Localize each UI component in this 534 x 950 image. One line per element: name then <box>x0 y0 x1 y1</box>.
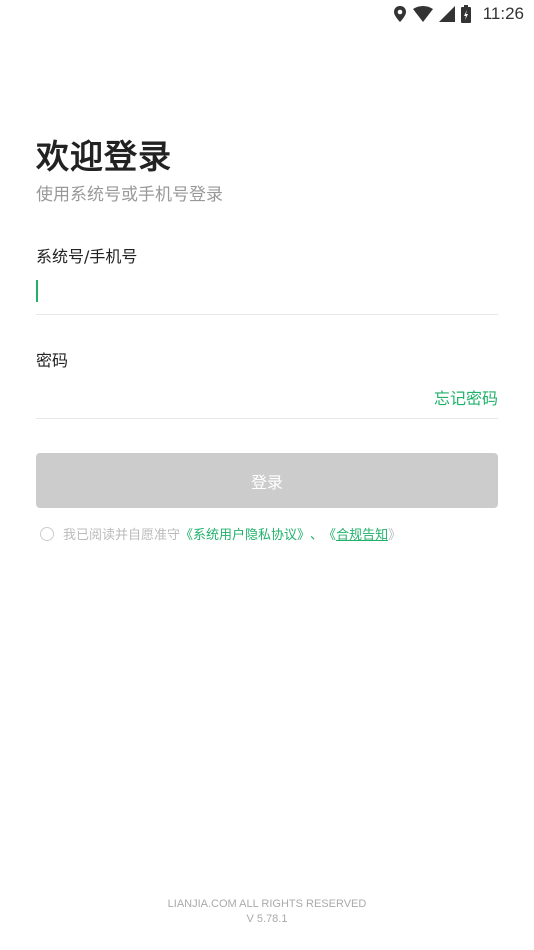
location-icon <box>393 6 407 22</box>
agreement-prefix: 我已阅读并自愿准守 <box>63 528 181 543</box>
password-input[interactable] <box>36 381 416 411</box>
text-caret <box>36 280 38 302</box>
status-bar: 11:26 <box>393 0 524 28</box>
agreement-separator: 、 <box>310 528 324 543</box>
agreement-row: 我已阅读并自愿准守 《系统用户隐私协议》 、 《 合规告知 》 <box>40 524 401 543</box>
privacy-agreement-link[interactable]: 《系统用户隐私协议》 <box>180 524 310 543</box>
account-input[interactable] <box>36 277 426 307</box>
account-field-label: 系统号/手机号 <box>36 247 138 266</box>
footer-copyright: LIANJIA.COM ALL RIGHTS RESERVED <box>167 898 367 910</box>
cell-signal-icon <box>438 6 455 22</box>
status-time: 11:26 <box>482 4 524 23</box>
compliance-open-bracket: 《 <box>323 528 337 543</box>
wifi-icon <box>412 6 433 22</box>
compliance-close-bracket: 》 <box>388 528 402 543</box>
account-field-underline <box>36 314 498 315</box>
compliance-notice-link[interactable]: 合规告知 <box>336 524 388 543</box>
password-field-label: 密码 <box>36 351 69 370</box>
page-subtitle: 使用系统号或手机号登录 <box>36 185 223 205</box>
battery-icon <box>460 5 471 23</box>
login-page: 11:26 欢迎登录 使用系统号或手机号登录 系统号/手机号 密码 忘记密码 登… <box>0 0 534 950</box>
login-button[interactable]: 登录 <box>36 453 498 508</box>
page-title: 欢迎登录 <box>36 137 172 176</box>
agreement-checkbox[interactable] <box>40 526 54 541</box>
forgot-password-link[interactable]: 忘记密码 <box>434 385 498 409</box>
password-field-underline <box>36 418 498 419</box>
footer-version: V 5.78.1 <box>246 913 288 925</box>
